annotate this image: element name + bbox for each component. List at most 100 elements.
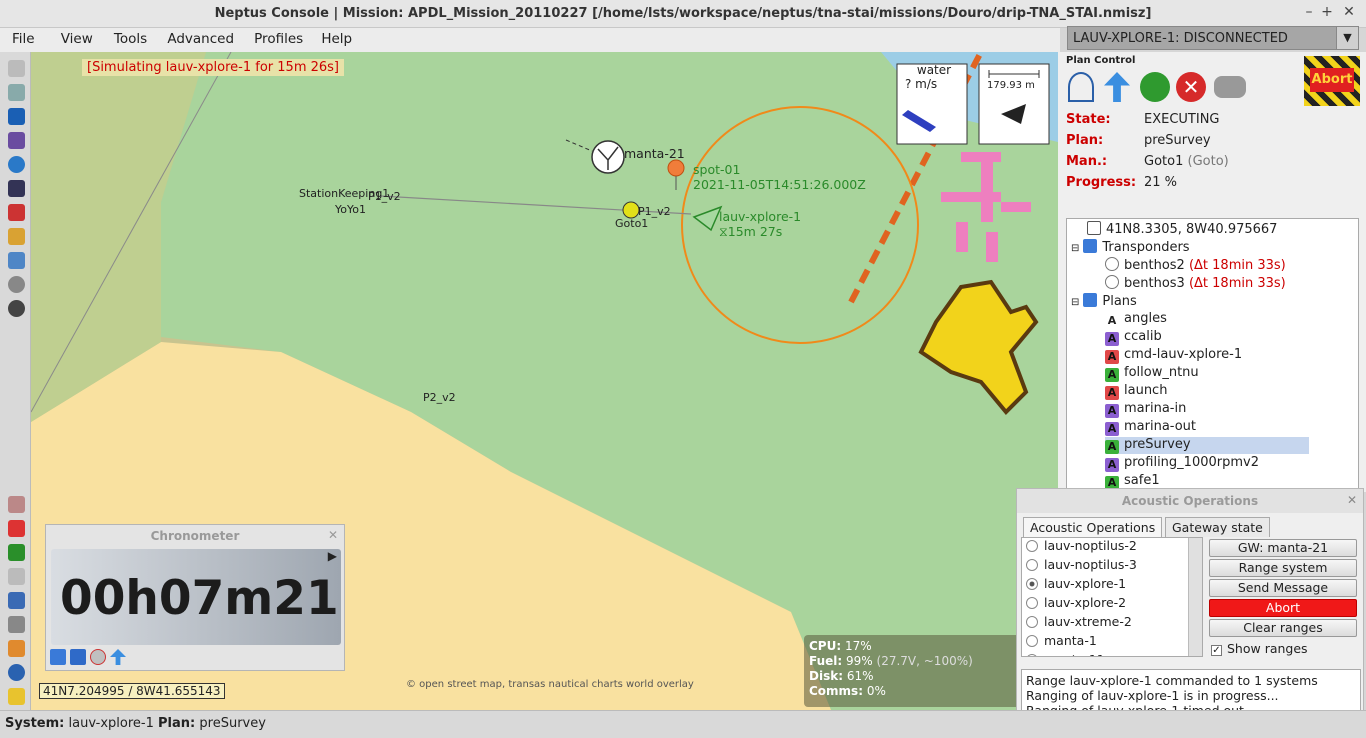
play-icon[interactable]: ▶ bbox=[328, 549, 337, 563]
pause-icon[interactable] bbox=[70, 649, 86, 665]
info-icon[interactable] bbox=[8, 664, 25, 681]
menu-view[interactable]: View bbox=[61, 28, 93, 47]
box-icon[interactable] bbox=[8, 108, 25, 125]
fuel-key: Fuel: bbox=[809, 654, 843, 668]
show-ranges-checkbox[interactable]: ✓ Show ranges bbox=[1211, 641, 1308, 656]
plan-icon: A bbox=[1105, 386, 1119, 400]
system-radio[interactable]: manta-1 bbox=[1026, 633, 1097, 648]
maximize-button[interactable]: + bbox=[1318, 4, 1336, 20]
screen-toggle-icon[interactable] bbox=[50, 649, 66, 665]
tree-home[interactable]: 41N8.3305, 8W40.975667 bbox=[1087, 221, 1277, 237]
globe-icon[interactable] bbox=[8, 156, 25, 173]
antenna-icon[interactable] bbox=[1068, 72, 1094, 102]
plan-item[interactable]: Amarina-out bbox=[1105, 419, 1196, 436]
range-system-button[interactable]: Range system bbox=[1209, 559, 1357, 577]
system-radio[interactable]: lauv-noptilus-3 bbox=[1026, 557, 1137, 572]
edit-icon[interactable] bbox=[8, 204, 25, 221]
cpu-key: CPU: bbox=[809, 639, 842, 653]
table-icon[interactable] bbox=[8, 592, 25, 609]
status-plan-value: preSurvey bbox=[199, 716, 266, 731]
manta-label: manta-21 bbox=[624, 146, 685, 161]
send-plan-icon[interactable] bbox=[1104, 72, 1130, 102]
start-plan-icon[interactable] bbox=[1140, 72, 1170, 102]
list-scrollbar[interactable] bbox=[1188, 538, 1202, 656]
plan-item-selected[interactable]: ApreSurvey bbox=[1105, 437, 1309, 454]
plan-control-panel: Plan Control ✕ Abort State: EXECUTING Pla… bbox=[1058, 52, 1366, 492]
acoustic-close-button[interactable]: ✕ bbox=[1347, 493, 1357, 507]
tree-transponders[interactable]: ⊟ Transponders bbox=[1071, 239, 1190, 255]
abort-label: Abort bbox=[1310, 68, 1354, 92]
plan-item[interactable]: Afollow_ntnu bbox=[1105, 365, 1199, 382]
close-button[interactable]: ✕ bbox=[1340, 4, 1358, 20]
send-message-button[interactable]: Send Message bbox=[1209, 579, 1357, 597]
plan-item[interactable]: Amarina-in bbox=[1105, 401, 1186, 418]
wave-icon[interactable] bbox=[8, 84, 25, 101]
marker-icon[interactable] bbox=[8, 520, 25, 537]
lock-icon[interactable] bbox=[8, 228, 25, 245]
vehicle-icon[interactable] bbox=[8, 180, 25, 197]
keyboard-icon[interactable] bbox=[8, 568, 25, 585]
gateway-button[interactable]: GW: manta-21 bbox=[1209, 539, 1357, 557]
abort-button[interactable]: Abort bbox=[1304, 56, 1360, 106]
system-radio[interactable]: lauv-noptilus-2 bbox=[1026, 538, 1137, 553]
chronometer-title-bar[interactable]: Chronometer ✕ bbox=[46, 525, 344, 547]
plan-control-title: Plan Control bbox=[1066, 55, 1136, 66]
minimize-button[interactable]: – bbox=[1300, 4, 1318, 20]
plan-icon: A bbox=[1107, 314, 1117, 327]
menu-advanced[interactable]: Advanced bbox=[167, 28, 234, 47]
system-selector-value: LAUV-XPLORE-1: DISCONNECTED bbox=[1073, 31, 1288, 46]
vehicle-label[interactable]: lauv-xplore-1 bbox=[719, 209, 801, 224]
tab-gateway-state[interactable]: Gateway state bbox=[1165, 517, 1270, 537]
chronometer-display: 00h07m21s ▶ bbox=[51, 549, 341, 645]
chart-icon[interactable] bbox=[8, 688, 25, 705]
plan-item[interactable]: Accalib bbox=[1105, 329, 1162, 346]
clear-ranges-button[interactable]: Clear ranges bbox=[1209, 619, 1357, 637]
acoustic-title-bar[interactable]: Acoustic Operations ✕ bbox=[1017, 489, 1363, 513]
plan-item[interactable]: Alaunch bbox=[1105, 383, 1167, 400]
menu-file[interactable]: File bbox=[12, 28, 35, 47]
system-selector[interactable]: LAUV-XPLORE-1: DISCONNECTED ▼ bbox=[1067, 26, 1359, 50]
yoyo-label: YoYo1 bbox=[335, 203, 366, 216]
compass-icon[interactable] bbox=[8, 300, 25, 317]
stop-plan-icon[interactable]: ✕ bbox=[1176, 72, 1206, 102]
eye-icon[interactable] bbox=[8, 276, 25, 293]
status-plan-label: Plan: bbox=[158, 716, 196, 731]
screen-icon[interactable] bbox=[8, 616, 25, 633]
plan-item[interactable]: Aangles bbox=[1105, 311, 1167, 328]
pencil-icon[interactable] bbox=[8, 496, 25, 513]
system-radio[interactable]: manta-11 bbox=[1026, 652, 1105, 656]
cpu-value: 17% bbox=[844, 639, 872, 653]
system-radio[interactable]: lauv-xtreme-2 bbox=[1026, 614, 1132, 629]
route-icon[interactable] bbox=[8, 132, 25, 149]
gamepad-icon[interactable] bbox=[1214, 76, 1246, 98]
system-radio-selected[interactable]: lauv-xplore-1 bbox=[1026, 576, 1126, 591]
comms-key: Comms: bbox=[809, 684, 863, 698]
tree-transponder-item[interactable]: benthos2 (Δt 18min 33s) bbox=[1105, 257, 1286, 273]
image-icon[interactable] bbox=[8, 252, 25, 269]
pin-icon[interactable] bbox=[8, 640, 25, 657]
progress-row: Progress: 21 % bbox=[1066, 175, 1178, 190]
cursor-coordinates: 41N7.204995 / 8W41.655143 bbox=[39, 683, 225, 699]
tree-plans[interactable]: ⊟ Plans bbox=[1071, 293, 1137, 309]
systems-list[interactable]: lauv-noptilus-2 lauv-noptilus-3 lauv-xpl… bbox=[1021, 537, 1203, 657]
menu-tools[interactable]: Tools bbox=[114, 28, 147, 47]
transponder-icon bbox=[1105, 257, 1119, 271]
up-arrow-icon[interactable] bbox=[110, 649, 126, 665]
layers-icon[interactable] bbox=[8, 60, 25, 77]
mission-tree[interactable]: 41N8.3305, 8W40.975667 ⊟ Transponders ben… bbox=[1066, 218, 1359, 490]
tree-transponder-item[interactable]: benthos3 (Δt 18min 33s) bbox=[1105, 275, 1286, 291]
window-title: Neptus Console | Mission: APDL_Mission_2… bbox=[214, 6, 1152, 21]
plan-item[interactable]: Acmd-lauv-xplore-1 bbox=[1105, 347, 1242, 364]
play-icon[interactable] bbox=[8, 544, 25, 561]
reset-icon[interactable] bbox=[90, 649, 106, 665]
plan-icon: A bbox=[1105, 404, 1119, 418]
tab-acoustic-operations[interactable]: Acoustic Operations bbox=[1023, 517, 1163, 537]
menu-help[interactable]: Help bbox=[321, 28, 352, 47]
dropdown-arrow-icon[interactable]: ▼ bbox=[1336, 27, 1358, 49]
system-radio[interactable]: lauv-xplore-2 bbox=[1026, 595, 1126, 610]
chronometer-close-button[interactable]: ✕ bbox=[328, 528, 338, 542]
spot-time: 2021-11-05T14:51:26.000Z bbox=[693, 177, 866, 192]
menu-profiles[interactable]: Profiles bbox=[254, 28, 303, 47]
plan-item[interactable]: Aprofiling_1000rpmv2 bbox=[1105, 455, 1259, 472]
acoustic-abort-button[interactable]: Abort bbox=[1209, 599, 1357, 617]
